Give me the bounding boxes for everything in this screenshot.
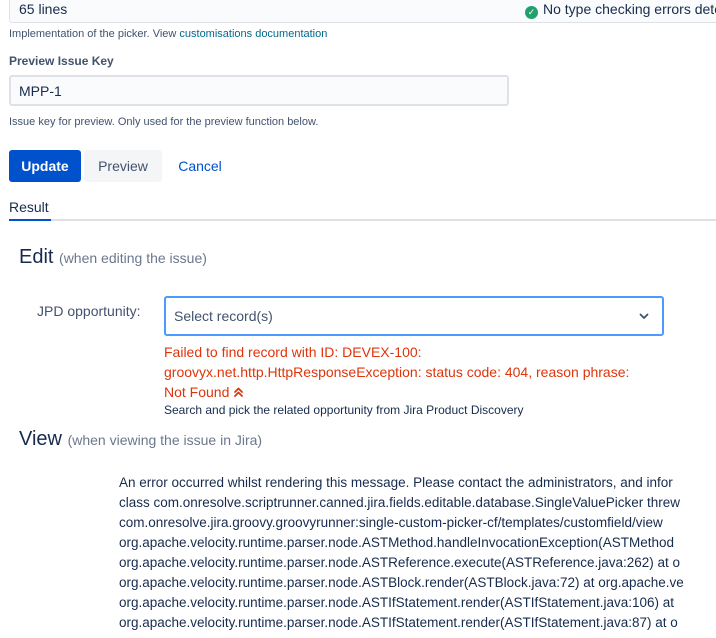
- view-title-text: View: [19, 428, 62, 450]
- stacktrace-line: An error occurred whilst rendering this …: [119, 475, 673, 490]
- cancel-button[interactable]: Cancel: [168, 150, 232, 182]
- chevron-down-icon: [639, 313, 649, 319]
- type-check-status: ✓ No type checking errors dete: [525, 1, 716, 19]
- stacktrace-line: org.apache.velocity.runtime.parser.node.…: [119, 595, 675, 610]
- jpd-opportunity-error: Failed to find record with ID: DEVEX-100…: [164, 342, 664, 402]
- tab-result[interactable]: Result: [9, 199, 49, 215]
- preview-issue-key-input[interactable]: [9, 75, 509, 106]
- error-line-text: Not Found: [164, 384, 230, 400]
- script-field-editor-page: 65 lines ✓ No type checking errors dete I…: [0, 0, 716, 638]
- error-line: Failed to find record with ID: DEVEX-100…: [164, 344, 422, 360]
- edit-section-title: Edit (when editing the issue): [19, 246, 207, 269]
- stacktrace-line: class com.onresolve.scriptrunner.canned.…: [119, 495, 681, 510]
- view-section-subtitle: (when viewing the issue in Jira): [67, 432, 263, 448]
- select-placeholder: Select record(s): [174, 308, 273, 324]
- double-chevron-up-icon[interactable]: [233, 386, 244, 398]
- error-line-last: Not Found: [164, 382, 664, 402]
- view-section-title: View (when viewing the issue in Jira): [19, 428, 262, 451]
- view-render-error: An error occurred whilst rendering this …: [119, 473, 716, 633]
- preview-issue-key-label: Preview Issue Key: [9, 54, 114, 68]
- stacktrace-line: org.apache.velocity.runtime.parser.node.…: [119, 575, 684, 590]
- picker-help-prefix: Implementation of the picker. View: [9, 28, 180, 40]
- edit-title-text: Edit: [19, 246, 54, 268]
- stacktrace-line: org.apache.velocity.runtime.parser.node.…: [119, 555, 681, 570]
- tab-bar: [9, 219, 716, 221]
- customisations-documentation-link[interactable]: customisations documentation: [179, 28, 327, 40]
- picker-help-text: Implementation of the picker. View custo…: [9, 28, 327, 40]
- jpd-opportunity-label: JPD opportunity:: [37, 303, 141, 319]
- jpd-opportunity-description: Search and pick the related opportunity …: [164, 403, 524, 417]
- preview-button[interactable]: Preview: [84, 150, 162, 182]
- stacktrace-line: org.apache.velocity.runtime.parser.node.…: [119, 535, 675, 550]
- update-button[interactable]: Update: [9, 150, 81, 182]
- code-editor-status-bar: 65 lines ✓ No type checking errors dete: [9, 0, 716, 23]
- jpd-opportunity-select[interactable]: Select record(s): [164, 296, 664, 336]
- preview-issue-key-help: Issue key for preview. Only used for the…: [9, 116, 319, 128]
- stacktrace-line: org.apache.velocity.runtime.parser.node.…: [119, 615, 678, 630]
- lines-count: 65 lines: [19, 1, 68, 17]
- tab-result-active-indicator: [9, 219, 51, 221]
- type-check-message: No type checking errors dete: [543, 1, 716, 17]
- error-line: groovyx.net.http.HttpResponseException: …: [164, 364, 630, 380]
- check-circle-icon: ✓: [525, 6, 538, 19]
- edit-section-subtitle: (when editing the issue): [59, 250, 207, 266]
- stacktrace-line: com.onresolve.jira.groovy.groovyrunner:s…: [119, 515, 663, 530]
